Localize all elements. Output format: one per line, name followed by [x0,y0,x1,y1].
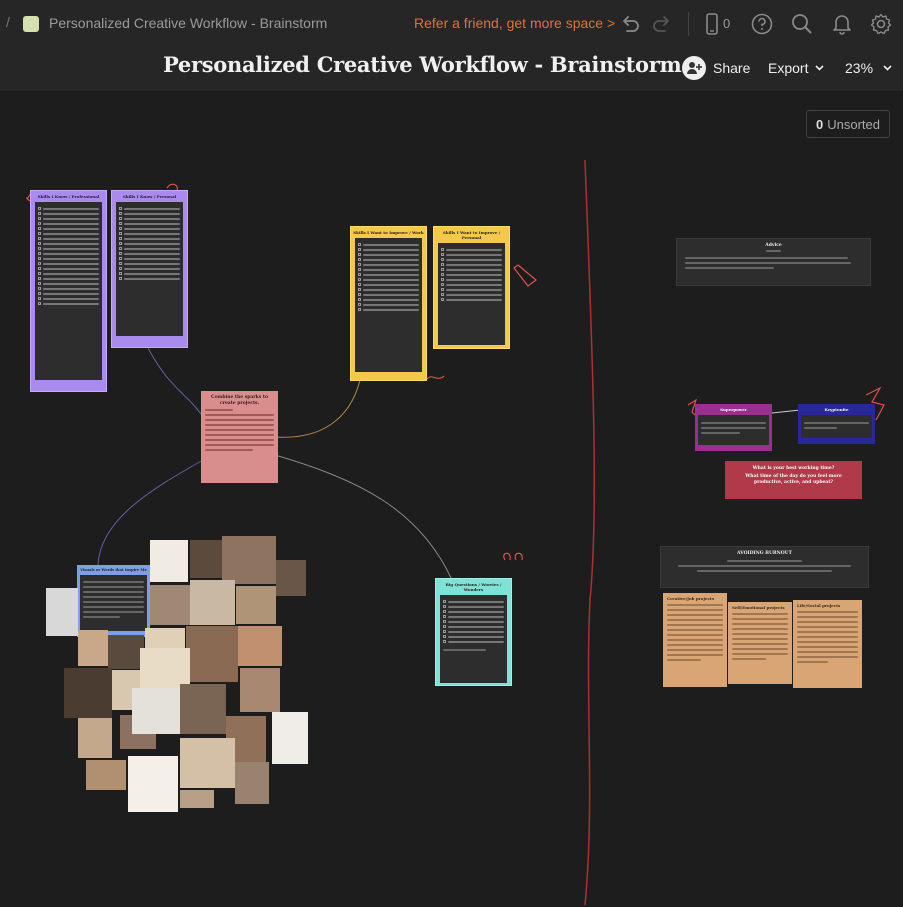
card-advice[interactable]: Advice [676,238,871,286]
device-count: 0 [723,16,731,31]
card-skills-professional[interactable]: Skills I Know / Professional [30,190,107,392]
checklist [355,238,422,372]
checklist [35,202,102,380]
share-person-icon[interactable] [682,56,706,80]
card-title: Skills I Know / Professional [37,194,100,199]
collage-photo[interactable] [180,738,235,788]
board-icon[interactable] [23,16,39,32]
settings-gear-icon[interactable] [869,11,893,37]
collage-photo[interactable] [150,585,190,625]
collage-photo[interactable] [180,684,226,734]
checklist [438,243,505,345]
collage-photo[interactable] [190,540,222,578]
card-title: Creative/Job projects [667,596,714,601]
chevron-down-icon[interactable] [815,65,824,71]
collage-photo[interactable] [128,756,178,812]
card-superpower[interactable]: Superpower [695,404,772,451]
collage-photo[interactable] [46,588,78,636]
card-big-questions[interactable]: Big Questions / Worries / Wonders [435,578,512,686]
card-avoiding-burnout[interactable]: AVOIDING BURNOUT [660,546,869,588]
help-icon[interactable] [750,11,774,37]
collage-photo[interactable] [78,718,112,758]
collage-photo[interactable] [238,626,282,666]
card-title: Big Questions / Worries / Wonders [445,582,502,592]
card-title: AVOIDING BURNOUT [737,551,792,556]
collage-photo[interactable] [222,536,276,584]
card-improve-work[interactable]: Skills I Want to Improve / Work [350,226,427,381]
card-kryptonite[interactable]: Kryptonite [798,404,875,444]
card-title: Skills I Know / Personal [122,194,177,199]
checklist [440,595,507,683]
card-title: Combine the sparks to create projects. [211,395,268,406]
breadcrumb[interactable]: Personalized Creative Workflow - Brainst… [49,15,327,31]
card-title: Skills I Want to Improve / Work [353,230,424,235]
redo-icon[interactable] [650,11,674,37]
collage-photo[interactable] [150,540,188,582]
notifications-bell-icon[interactable] [830,11,854,37]
card-combine-sparks[interactable]: Combine the sparks to create projects. [201,391,278,483]
checklist [116,202,183,336]
card-skills-personal[interactable]: Skills I Know / Personal [111,190,188,348]
collage-photo[interactable] [86,760,126,790]
collage-photo[interactable] [132,688,182,734]
card-title: What is your best working time? [752,466,835,471]
card-title: Self/Emotional projects [732,605,785,610]
card-title: Superpower [720,407,747,412]
toolbar-divider [688,12,689,36]
card-creative-job-projects[interactable]: Creative/Job projects [663,593,727,687]
card-title: Visuals or Words that Inspire Me [80,568,147,572]
card-title: Advice [765,243,782,248]
collage-photo[interactable] [240,668,280,712]
card-title: Kryptonite [824,407,849,412]
phone-icon[interactable] [704,11,720,37]
undo-icon[interactable] [618,11,642,37]
card-title: Life/Social projects [797,603,841,608]
collage-photo[interactable] [180,790,214,808]
collage-photo[interactable] [236,586,276,624]
card-body [801,415,872,438]
collage-photo[interactable] [190,580,235,625]
card-visuals-inspire[interactable]: Visuals or Words that Inspire Me [77,565,150,637]
collage-photo[interactable] [235,762,269,804]
card-body [80,575,147,631]
refer-friend-link[interactable]: Refer a friend, get more space > [414,15,615,31]
card-subtitle: What time of the day do you feel more pr… [745,474,842,485]
export-button[interactable]: Export [768,60,808,76]
card-improve-personal[interactable]: Skills I Want to Improve / Personal [433,226,510,349]
breadcrumb-separator: / [6,14,10,30]
card-working-time[interactable]: What is your best working time? What tim… [725,461,862,499]
board-title: Personalized Creative Workflow - Brainst… [163,52,682,77]
collage-photo[interactable] [108,635,144,669]
collage-photo[interactable] [78,630,108,666]
collage-photo[interactable] [64,668,112,718]
search-icon[interactable] [790,11,814,37]
collage-photo[interactable] [276,560,306,596]
collage-photo[interactable] [186,626,238,682]
zoom-level[interactable]: 23% [845,60,873,76]
zoom-chevron-icon[interactable] [883,65,892,71]
card-title: Skills I Want to Improve / Personal [442,230,501,240]
card-life-social-projects[interactable]: Life/Social projects [793,600,862,688]
card-self-emotional-projects[interactable]: Self/Emotional projects [728,602,792,684]
share-button[interactable]: Share [713,60,750,76]
card-body [698,415,769,445]
collage-photo[interactable] [272,712,308,764]
